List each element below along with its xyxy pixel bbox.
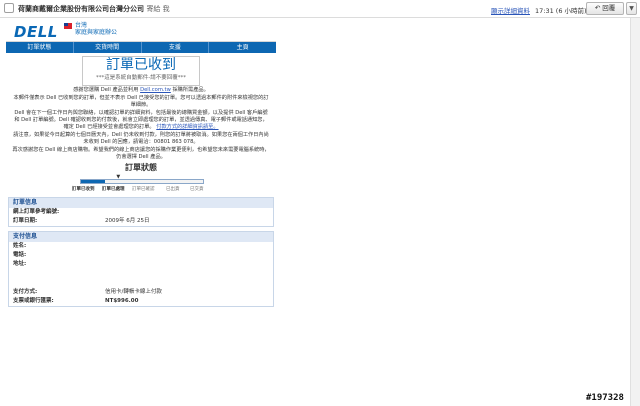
sender-line: 荷蘭商戴爾企業股份有限公司台灣分公司 寄給 我: [18, 4, 170, 14]
tab-support[interactable]: 支援: [142, 42, 210, 53]
payment-method-value: 信用卡/轉帳卡線上付款: [105, 289, 162, 295]
payment-method-row: 支付方式: 信用卡/轉帳卡線上付款: [9, 288, 273, 297]
dell-site-link[interactable]: Dell.com.tw: [140, 87, 171, 93]
image-watermark: #197328: [586, 393, 624, 403]
amount-value: NT$996.00: [105, 298, 139, 304]
recipient-text: 寄給 我: [146, 5, 170, 13]
dell-nav-tabs: 訂單狀態 交貨時間 支援 主頁: [6, 42, 276, 53]
phone-label: 電話:: [13, 252, 27, 258]
order-date-label: 訂單日期:: [13, 218, 38, 224]
progress-step: 訂單已收到: [72, 187, 95, 192]
star-icon[interactable]: [4, 3, 14, 13]
order-message: 感謝您選購 Dell 產品並利用 Dell.com.tw 採購所需產品。 本郵件…: [6, 86, 276, 161]
amount-label: 支票或銀行匯票:: [13, 298, 54, 304]
reply-arrow-icon: ↶: [594, 4, 601, 12]
thanks-pre: 感謝您選購 Dell 產品並利用: [73, 87, 139, 93]
order-ref-row: 網上訂單參考編號:: [9, 208, 273, 217]
order-progress: ▼ 訂單已收到 訂單已處理 訂單已確認 已出貨 已交貨: [72, 174, 204, 193]
dell-logo[interactable]: DELL: [14, 23, 58, 41]
payment-method-label: 支付方式:: [13, 289, 38, 295]
region-country: 台灣: [75, 22, 88, 29]
phone-row: 電話:: [9, 251, 273, 260]
reply-label: 回覆: [602, 4, 616, 12]
name-label: 姓名:: [13, 243, 27, 249]
order-title-box: 訂單已收到 ***這是系統自動郵件-請不要回覆***: [82, 56, 200, 86]
thanks-post: 採購所需產品。: [172, 87, 209, 93]
paragraph-receipt: 本郵件僅表示 Dell 已收到您的訂單，但並不表示 Dell 已接受您的訂單。您…: [13, 95, 269, 108]
mail-header-bar: 荷蘭商戴爾企業股份有限公司台灣分公司 寄給 我 顯示詳細資料 17:31 (6 …: [0, 0, 640, 18]
order-info-section: 訂單信息 網上訂單參考編號: 訂單日期: 2009年 6月 25日: [8, 197, 274, 227]
tab-order-status[interactable]: 訂單狀態: [6, 42, 74, 53]
progress-step: 訂單已確認: [132, 187, 155, 192]
progress-fill: [81, 180, 106, 183]
progress-step: 已出貨: [166, 187, 180, 192]
dell-email-body: DELL 台灣 家庭與家庭辦公 訂單狀態 交貨時間 支援 主頁 訂單已收到 **…: [6, 18, 276, 406]
region-label: 台灣 家庭與家庭辦公: [75, 22, 117, 36]
reply-button[interactable]: ↶ 回覆: [586, 2, 624, 15]
sender-name[interactable]: 荷蘭商戴爾企業股份有限公司台灣分公司: [18, 5, 144, 13]
paragraph-notice: 請注意，如果從今日起算的七個日曆天內，Dell 仍未收到付款，則您的訂單將被取消…: [13, 132, 269, 145]
progress-step: 已交貨: [190, 187, 204, 192]
page-scrollbar[interactable]: [630, 18, 640, 406]
progress-track: [80, 179, 204, 184]
show-details-link[interactable]: 顯示詳細資料: [491, 5, 530, 15]
name-row: 姓名:: [9, 242, 273, 251]
taiwan-flag-icon: [64, 23, 72, 29]
tab-delivery-time[interactable]: 交貨時間: [74, 42, 142, 53]
paragraph-contact: Dell 會在下一個工作日內與您聯絡，以確認訂單的詳細資料，包括最後的總購買金額…: [12, 110, 270, 131]
mail-time: 17:31 (6 小時前): [535, 7, 587, 15]
order-title: 訂單已收到: [106, 57, 176, 73]
order-date-value: 2009年 6月 25日: [105, 218, 150, 224]
auto-mail-notice: ***這是系統自動郵件-請不要回覆***: [96, 75, 186, 81]
region-segment: 家庭與家庭辦公: [75, 29, 118, 36]
progress-step: 訂單已處理: [102, 187, 125, 192]
address-label: 地址:: [13, 261, 27, 267]
order-info-header: 訂單信息: [9, 198, 273, 208]
thanks-line: 感謝您選購 Dell 產品並利用 Dell.com.tw 採購所需產品。: [12, 87, 270, 94]
more-actions-button[interactable]: ▼: [626, 2, 637, 15]
amount-row: 支票或銀行匯票: NT$996.00: [9, 297, 273, 306]
order-status-title: 訂單狀態: [125, 163, 157, 172]
payment-info-header: 支付信息: [9, 232, 273, 242]
payment-details-link[interactable]: 付款方式的詳細資訊請至。: [156, 124, 218, 130]
order-date-row: 訂單日期: 2009年 6月 25日: [9, 217, 273, 226]
tab-home[interactable]: 主頁: [209, 42, 276, 53]
paragraph-thanks: 再次感謝您在 Dell 線上商店購物。希望我們的線上商店讓您的採購作業更便利，也…: [12, 147, 270, 160]
dell-header: DELL 台灣 家庭與家庭辦公: [6, 18, 276, 42]
payment-info-section: 支付信息 姓名: 電話: 地址: 支付方式: 信用卡/轉帳卡線上付款 支票或銀行…: [8, 231, 274, 307]
address-row: 地址:: [9, 260, 273, 288]
paragraph-contact-text: Dell 會在下一個工作日內與您聯絡，以確認訂單的詳細資料，包括最後的總購買金額…: [14, 110, 268, 130]
order-ref-label: 網上訂單參考編號:: [13, 209, 60, 215]
